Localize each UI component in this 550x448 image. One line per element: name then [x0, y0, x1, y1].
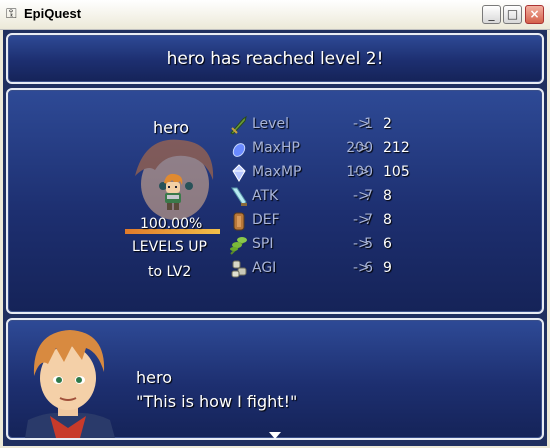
close-button[interactable]: × — [525, 5, 544, 24]
stat-arrow: -> — [353, 164, 370, 180]
dialogue-window[interactable]: hero "This is how I fight!" — [6, 318, 544, 440]
boots-icon — [231, 260, 247, 278]
stat-new-value: 212 — [383, 140, 410, 156]
stat-label: DEF — [252, 212, 280, 228]
shield-icon — [233, 212, 245, 231]
stat-new-value: 2 — [383, 116, 392, 132]
to-level-text: to LV2 — [148, 264, 192, 280]
levelup-window: hero 100.00% LEVELS UP to LV2 Level 1 ->… — [6, 88, 544, 314]
message-window: hero has reached level 2! — [6, 33, 544, 84]
maximize-button[interactable]: □ — [503, 5, 522, 24]
stat-new-value: 9 — [383, 260, 392, 276]
mp-gem-icon — [232, 164, 246, 182]
title-bar[interactable]: ⚿ EpiQuest _ □ × — [0, 0, 550, 30]
app-icon: ⚿ — [6, 6, 17, 22]
minimize-button[interactable]: _ — [482, 5, 501, 24]
stat-arrow: -> — [353, 116, 370, 132]
stat-arrow: -> — [353, 188, 370, 204]
stat-label: MaxMP — [252, 164, 302, 180]
stat-label: MaxHP — [252, 140, 300, 156]
stat-label: ATK — [252, 188, 279, 204]
game-window: ⚿ EpiQuest _ □ × hero has reached level … — [0, 0, 550, 448]
stat-label: Level — [252, 116, 289, 132]
speaker-name: hero — [136, 368, 172, 387]
stat-new-value: 8 — [383, 212, 392, 228]
blade-icon — [231, 187, 247, 206]
stat-label: SPI — [252, 236, 274, 252]
hero-sprite — [164, 173, 183, 210]
stat-new-value: 105 — [383, 164, 410, 180]
hp-crystal-icon — [232, 143, 246, 157]
stat-arrow: -> — [353, 236, 370, 252]
stat-arrow: -> — [353, 212, 370, 228]
levels-up-text: LEVELS UP — [132, 239, 207, 255]
stat-arrow: -> — [353, 140, 370, 156]
stat-new-value: 8 — [383, 188, 392, 204]
hero-face-portrait — [25, 330, 115, 438]
stat-arrow: -> — [353, 260, 370, 276]
game-screen[interactable]: hero has reached level 2! hero 100.00% L… — [3, 30, 547, 446]
exp-percent: 100.00% — [140, 216, 203, 232]
herb-icon — [230, 237, 247, 255]
dialogue-line: "This is how I fight!" — [136, 392, 298, 411]
window-title: EpiQuest — [24, 6, 82, 21]
stat-label: AGI — [252, 260, 277, 276]
stat-new-value: 6 — [383, 236, 392, 252]
levelup-message: hero has reached level 2! — [166, 49, 384, 69]
sword-icon — [230, 115, 247, 135]
hero-name: hero — [153, 118, 189, 137]
continue-arrow-icon[interactable] — [269, 432, 281, 439]
